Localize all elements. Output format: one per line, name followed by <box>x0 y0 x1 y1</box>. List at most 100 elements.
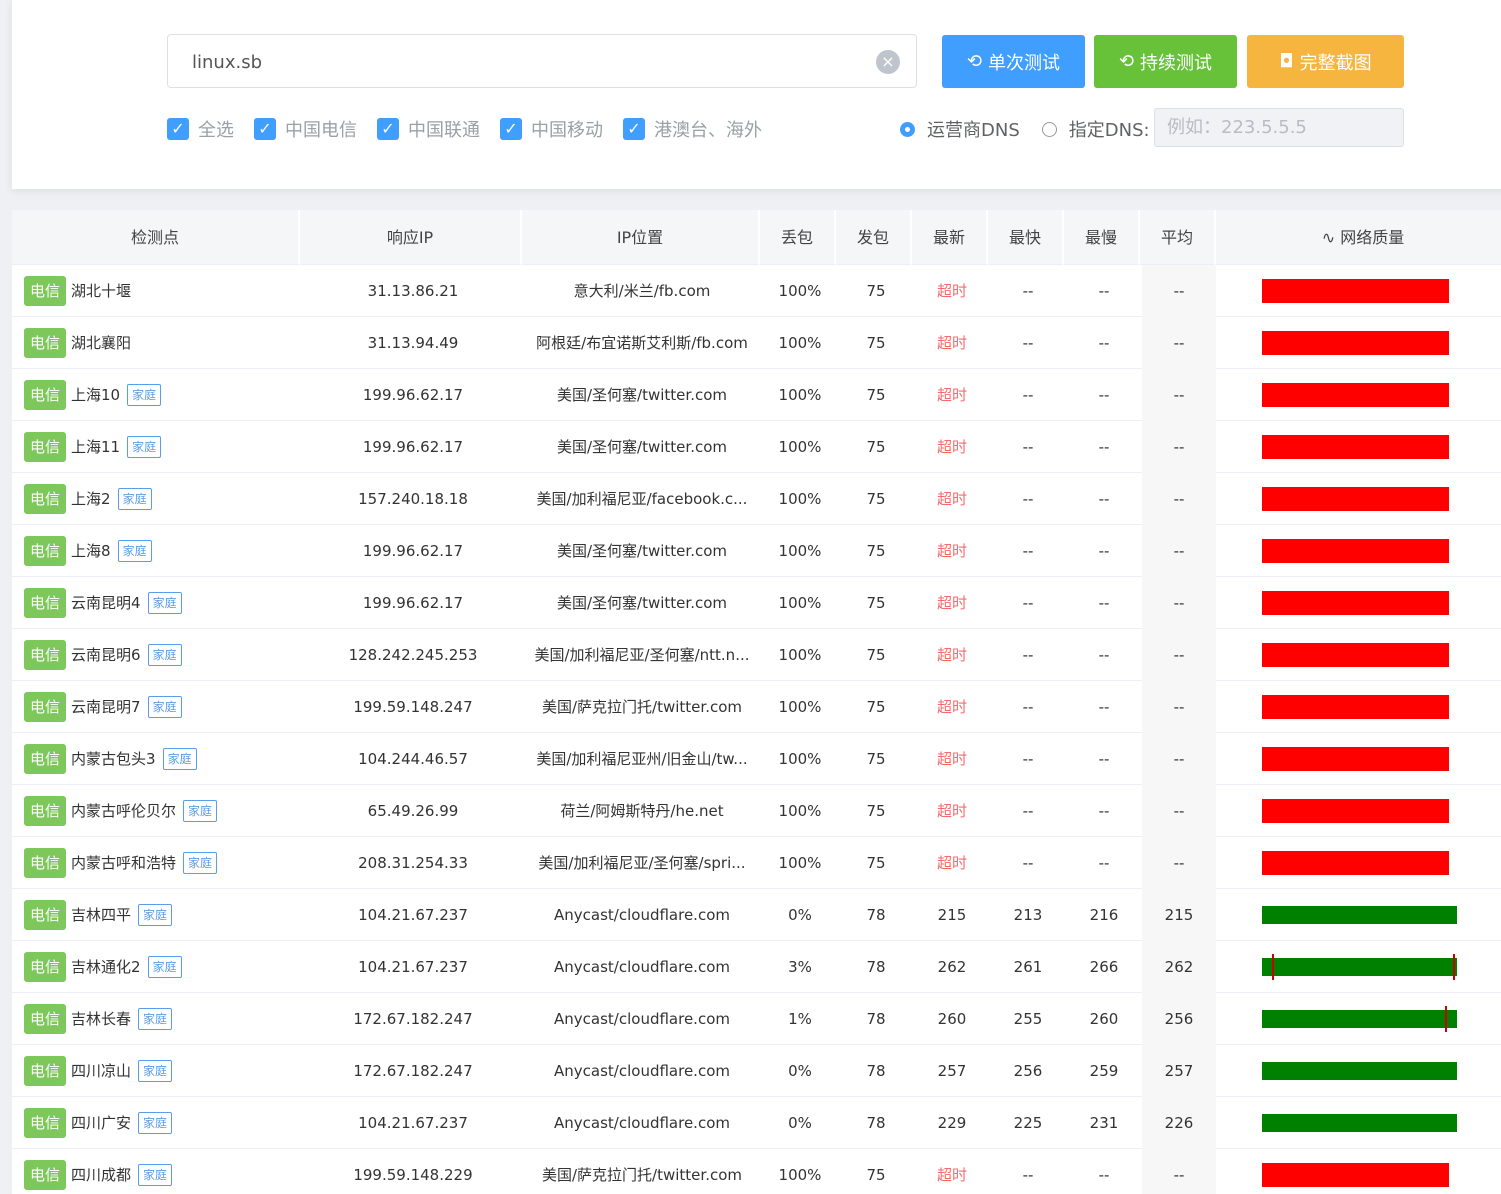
quality-bar-cell <box>1262 383 1449 407</box>
search-input[interactable] <box>192 49 852 75</box>
table-row[interactable]: 电信 四川凉山 家庭 172.67.182.247 Anycast/cloudf… <box>12 1045 1501 1097</box>
table-row[interactable]: 电信 吉林通化2 家庭 104.21.67.237 Anycast/cloudf… <box>12 941 1501 993</box>
home-tag: 家庭 <box>138 1060 173 1082</box>
table-row[interactable]: 电信 上海8 家庭 199.96.62.17 美国/圣何塞/twitter.co… <box>12 525 1501 577</box>
filter-overseas[interactable]: ✓ 港澳台、海外 <box>623 116 762 142</box>
filter-unicom[interactable]: ✓ 中国联通 <box>377 116 480 142</box>
sent-cell: 78 <box>866 1114 886 1132</box>
home-tag: 家庭 <box>117 540 152 562</box>
table-row[interactable]: 电信 云南昆明6 家庭 128.242.245.253 美国/加利福尼亚/圣何塞… <box>12 629 1501 681</box>
average-cell: 215 <box>1142 889 1216 941</box>
table-row[interactable]: 电信 上海11 家庭 199.96.62.17 美国/圣何塞/twitter.c… <box>12 421 1501 473</box>
fastest-cell: -- <box>1022 490 1034 508</box>
checkbox-checked-icon[interactable]: ✓ <box>254 118 276 140</box>
home-tag: 家庭 <box>117 488 152 510</box>
location-name: 上海11 <box>71 438 121 456</box>
filter-select-all[interactable]: ✓ 全选 <box>167 116 234 142</box>
table-row[interactable]: 电信 上海10 家庭 199.96.62.17 美国/圣何塞/twitter.c… <box>12 369 1501 421</box>
radio-custom-dns[interactable] <box>1041 121 1057 137</box>
average-cell: -- <box>1142 421 1216 473</box>
location-cell: 电信 上海8 家庭 <box>12 525 300 577</box>
location-name: 吉林通化2 <box>71 958 141 976</box>
response-ip-cell: 199.59.148.229 <box>353 1166 473 1184</box>
filter-label: 中国联通 <box>408 120 480 141</box>
fastest-cell: 255 <box>1013 1010 1043 1028</box>
latest-cell: 215 <box>937 906 967 924</box>
checkbox-checked-icon[interactable]: ✓ <box>623 118 645 140</box>
latest-cell: 260 <box>937 1010 967 1028</box>
radio-isp-dns[interactable] <box>900 121 915 137</box>
quality-bar-cell <box>1262 695 1449 719</box>
latest-cell: 超时 <box>936 542 967 560</box>
full-screenshot-button[interactable]: ◘ 完整截图 <box>1247 35 1404 88</box>
quality-bar <box>1262 331 1449 355</box>
clear-icon[interactable]: × <box>876 50 900 74</box>
latest-cell: 超时 <box>936 646 967 664</box>
sent-cell: 75 <box>866 1166 886 1184</box>
sent-cell: 75 <box>866 750 886 768</box>
quality-bar-cell <box>1262 954 1457 980</box>
checkbox-checked-icon[interactable]: ✓ <box>167 118 189 140</box>
table-row[interactable]: 电信 内蒙古呼伦贝尔 家庭 65.49.26.99 荷兰/阿姆斯特丹/he.ne… <box>12 785 1501 837</box>
filter-label: 中国移动 <box>531 120 603 141</box>
location-name: 四川广安 <box>71 1114 132 1132</box>
latest-cell: 超时 <box>936 594 967 612</box>
table-row[interactable]: 电信 湖北襄阳 31.13.94.49 阿根廷/布宜诺斯艾利斯/fb.com 1… <box>12 317 1501 369</box>
packet-loss-tick <box>1453 954 1456 980</box>
latest-cell: 超时 <box>936 854 967 872</box>
custom-dns-input[interactable]: 例如：223.5.5.5 <box>1154 108 1404 147</box>
single-test-button[interactable]: ⟲ 单次测试 <box>942 35 1085 88</box>
full-screenshot-label: 完整截图 <box>1299 52 1372 74</box>
fastest-cell: 256 <box>1013 1062 1043 1080</box>
table-row[interactable]: 电信 内蒙古包头3 家庭 104.244.46.57 美国/加利福尼亚州/旧金山… <box>12 733 1501 785</box>
table-row[interactable]: 电信 上海2 家庭 157.240.18.18 美国/加利福尼亚/faceboo… <box>12 473 1501 525</box>
filter-telecom[interactable]: ✓ 中国电信 <box>254 116 357 142</box>
fastest-cell: -- <box>1022 438 1034 456</box>
latest-cell: 超时 <box>936 438 967 456</box>
continuous-test-button[interactable]: ⟲ 持续测试 <box>1094 35 1237 88</box>
filter-mobile[interactable]: ✓ 中国移动 <box>500 116 603 142</box>
ip-location-cell: 美国/萨克拉门托/twitter.com <box>541 698 742 716</box>
slowest-cell: -- <box>1098 854 1110 872</box>
sent-cell: 78 <box>866 1062 886 1080</box>
response-ip-cell: 172.67.182.247 <box>353 1062 473 1080</box>
table-row[interactable]: 电信 吉林长春 家庭 172.67.182.247 Anycast/cloudf… <box>12 993 1501 1045</box>
quality-bar-cell <box>1262 1006 1457 1032</box>
table-row[interactable]: 电信 湖北十堰 31.13.86.21 意大利/米兰/fb.com 100% 7… <box>12 265 1501 317</box>
location-cell: 电信 内蒙古包头3 家庭 <box>12 733 300 785</box>
ip-location-cell: 美国/加利福尼亚/圣何塞/ntt.n... <box>534 646 750 664</box>
table-row[interactable]: 电信 云南昆明4 家庭 199.96.62.17 美国/圣何塞/twitter.… <box>12 577 1501 629</box>
custom-dns-label[interactable]: 指定DNS: <box>1069 116 1150 142</box>
average-cell: -- <box>1142 473 1216 525</box>
loss-cell: 0% <box>788 1114 812 1132</box>
location-cell: 电信 四川广安 家庭 <box>12 1097 300 1149</box>
response-ip-cell: 199.96.62.17 <box>362 542 464 560</box>
sent-cell: 78 <box>866 1010 886 1028</box>
table-row[interactable]: 电信 吉林四平 家庭 104.21.67.237 Anycast/cloudfl… <box>12 889 1501 941</box>
isp-tag: 电信 <box>24 1160 67 1190</box>
home-tag: 家庭 <box>183 800 218 822</box>
table-row[interactable]: 电信 内蒙古呼和浩特 家庭 208.31.254.33 美国/加利福尼亚/圣何塞… <box>12 837 1501 889</box>
location-cell: 电信 吉林四平 家庭 <box>12 889 300 941</box>
average-cell: 262 <box>1142 941 1216 993</box>
fastest-cell: -- <box>1022 646 1034 664</box>
slowest-cell: -- <box>1098 802 1110 820</box>
quality-bar <box>1262 591 1449 615</box>
average-cell: -- <box>1142 265 1216 317</box>
slowest-cell: -- <box>1098 282 1110 300</box>
location-name: 四川成都 <box>71 1166 132 1184</box>
average-cell: -- <box>1142 525 1216 577</box>
table-row[interactable]: 电信 四川广安 家庭 104.21.67.237 Anycast/cloudfl… <box>12 1097 1501 1149</box>
table-row[interactable]: 电信 云南昆明7 家庭 199.59.148.247 美国/萨克拉门托/twit… <box>12 681 1501 733</box>
isp-dns-label[interactable]: 运营商DNS <box>927 116 1020 142</box>
search-box[interactable]: × <box>167 34 917 88</box>
quality-bar <box>1262 851 1449 875</box>
isp-tag: 电信 <box>24 484 67 514</box>
fastest-cell: -- <box>1022 334 1034 352</box>
table-row[interactable]: 电信 四川成都 家庭 199.59.148.229 美国/萨克拉门托/twitt… <box>12 1149 1501 1194</box>
checkbox-checked-icon[interactable]: ✓ <box>500 118 522 140</box>
results-table: 检测点 响应IP IP位置 丢包 发包 最新 最快 最慢 平均 ∿ 网络质量 电… <box>12 210 1501 1194</box>
sent-cell: 75 <box>866 386 886 404</box>
checkbox-checked-icon[interactable]: ✓ <box>377 118 399 140</box>
quality-bar <box>1262 906 1457 924</box>
